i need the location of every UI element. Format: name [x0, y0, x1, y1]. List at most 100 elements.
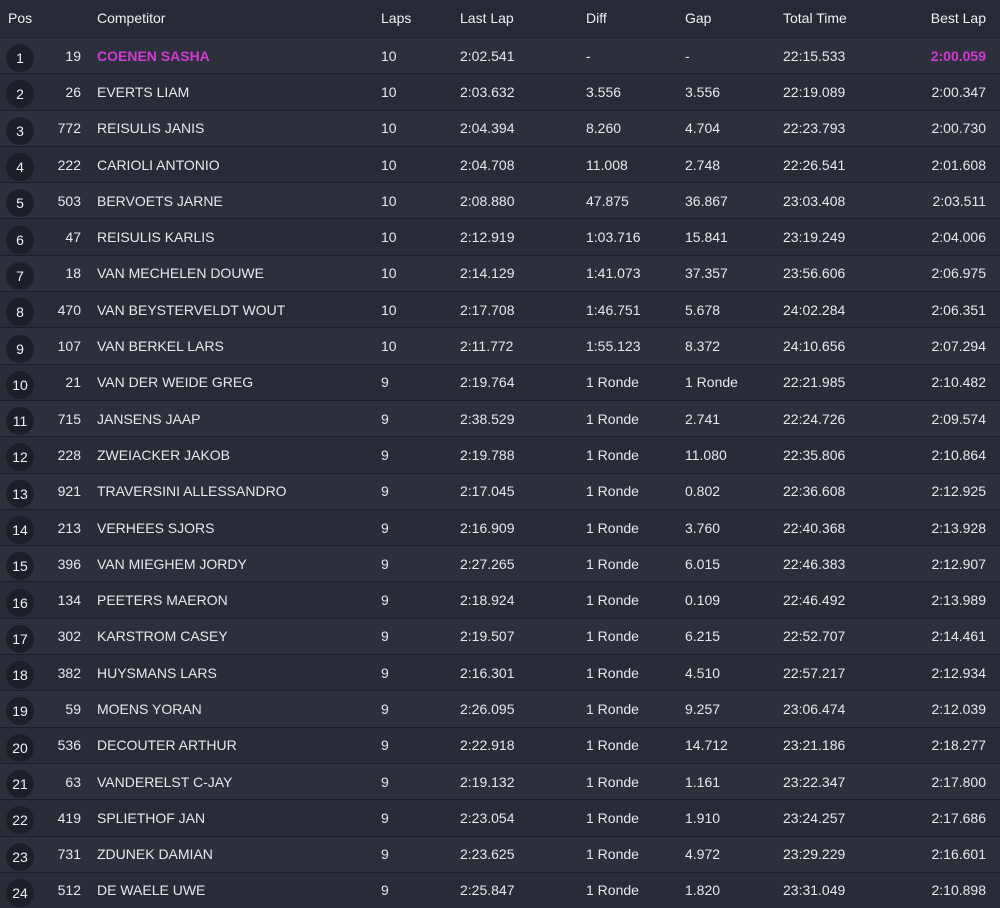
total-time-cell: 22:52.707	[783, 618, 908, 654]
position-badge: 3	[6, 117, 34, 145]
diff-cell: 1 Ronde	[586, 509, 685, 545]
gap-cell: 1.161	[685, 763, 783, 799]
position-badge: 21	[6, 770, 34, 798]
competitor-number: 213	[50, 509, 97, 545]
last-lap-cell: 2:03.632	[460, 74, 586, 110]
table-row[interactable]: 14213VERHEES SJORS92:16.9091 Ronde3.7602…	[0, 509, 1000, 545]
diff-cell: 8.260	[586, 110, 685, 146]
table-row[interactable]: 20536DECOUTER ARTHUR92:22.9181 Ronde14.7…	[0, 727, 1000, 763]
header-total-time[interactable]: Total Time	[783, 0, 908, 38]
table-row[interactable]: 647REISULIS KARLIS102:12.9191:03.71615.8…	[0, 219, 1000, 255]
header-pos[interactable]: Pos	[0, 0, 97, 38]
table-row[interactable]: 22419SPLIETHOF JAN92:23.0541 Ronde1.9102…	[0, 800, 1000, 836]
last-lap-cell: 2:16.301	[460, 655, 586, 691]
competitor-number: 396	[50, 546, 97, 582]
table-row[interactable]: 16134PEETERS MAERON92:18.9241 Ronde0.109…	[0, 582, 1000, 618]
competitor-number: 222	[50, 146, 97, 182]
total-time-cell: 22:40.368	[783, 509, 908, 545]
best-lap-cell: 2:06.975	[908, 255, 1000, 291]
laps-cell: 9	[381, 691, 460, 727]
table-row[interactable]: 12228ZWEIACKER JAKOB92:19.7881 Ronde11.0…	[0, 437, 1000, 473]
gap-cell: 11.080	[685, 437, 783, 473]
position-badge: 7	[6, 262, 34, 290]
best-lap-cell: 2:01.608	[908, 146, 1000, 182]
table-row[interactable]: 13921TRAVERSINI ALLESSANDRO92:17.0451 Ro…	[0, 473, 1000, 509]
position-cell: 5	[0, 183, 50, 219]
header-last-lap[interactable]: Last Lap	[460, 0, 586, 38]
competitor-name: VAN MIEGHEM JORDY	[97, 546, 381, 582]
last-lap-cell: 2:17.708	[460, 292, 586, 328]
best-lap-cell: 2:12.934	[908, 655, 1000, 691]
best-lap-cell: 2:10.482	[908, 364, 1000, 400]
total-time-cell: 23:56.606	[783, 255, 908, 291]
table-row[interactable]: 2163VANDERELST C-JAY92:19.1321 Ronde1.16…	[0, 763, 1000, 799]
table-row[interactable]: 11715JANSENS JAAP92:38.5291 Ronde2.74122…	[0, 400, 1000, 436]
header-competitor[interactable]: Competitor	[97, 0, 381, 38]
gap-cell: 2.748	[685, 146, 783, 182]
table-row[interactable]: 119COENEN SASHA102:02.541--22:15.5332:00…	[0, 38, 1000, 74]
table-row[interactable]: 718VAN MECHELEN DOUWE102:14.1291:41.0733…	[0, 255, 1000, 291]
table-row[interactable]: 23731ZDUNEK DAMIAN92:23.6251 Ronde4.9722…	[0, 836, 1000, 872]
table-row[interactable]: 18382HUYSMANS LARS92:16.3011 Ronde4.5102…	[0, 655, 1000, 691]
total-time-cell: 22:35.806	[783, 437, 908, 473]
position-cell: 2	[0, 74, 50, 110]
table-row[interactable]: 3772REISULIS JANIS102:04.3948.2604.70422…	[0, 110, 1000, 146]
best-lap-cell: 2:10.898	[908, 872, 1000, 908]
table-row[interactable]: 4222CARIOLI ANTONIO102:04.70811.0082.748…	[0, 146, 1000, 182]
table-row[interactable]: 5503BERVOETS JARNE102:08.88047.87536.867…	[0, 183, 1000, 219]
competitor-name: TRAVERSINI ALLESSANDRO	[97, 473, 381, 509]
position-cell: 24	[0, 872, 50, 908]
position-badge: 22	[6, 806, 34, 834]
gap-cell: 3.556	[685, 74, 783, 110]
best-lap-cell: 2:09.574	[908, 400, 1000, 436]
header-gap[interactable]: Gap	[685, 0, 783, 38]
laps-cell: 9	[381, 836, 460, 872]
competitor-name: JANSENS JAAP	[97, 400, 381, 436]
position-badge: 14	[6, 516, 34, 544]
competitor-number: 536	[50, 727, 97, 763]
diff-cell: 1 Ronde	[586, 872, 685, 908]
table-row[interactable]: 9107VAN BERKEL LARS102:11.7721:55.1238.3…	[0, 328, 1000, 364]
total-time-cell: 23:06.474	[783, 691, 908, 727]
last-lap-cell: 2:04.708	[460, 146, 586, 182]
gap-cell: 5.678	[685, 292, 783, 328]
position-badge: 17	[6, 625, 34, 653]
table-row[interactable]: 1959MOENS YORAN92:26.0951 Ronde9.25723:0…	[0, 691, 1000, 727]
diff-cell: -	[586, 38, 685, 74]
last-lap-cell: 2:25.847	[460, 872, 586, 908]
header-best-lap[interactable]: Best Lap	[908, 0, 1000, 38]
best-lap-cell: 2:16.601	[908, 836, 1000, 872]
last-lap-cell: 2:14.129	[460, 255, 586, 291]
table-row[interactable]: 17302KARSTROM CASEY92:19.5071 Ronde6.215…	[0, 618, 1000, 654]
total-time-cell: 23:19.249	[783, 219, 908, 255]
total-time-cell: 22:24.726	[783, 400, 908, 436]
total-time-cell: 22:19.089	[783, 74, 908, 110]
table-row[interactable]: 24512DE WAELE UWE92:25.8471 Ronde1.82023…	[0, 872, 1000, 908]
position-cell: 17	[0, 618, 50, 654]
competitor-name: ZDUNEK DAMIAN	[97, 836, 381, 872]
table-row[interactable]: 8470VAN BEYSTERVELDT WOUT102:17.7081:46.…	[0, 292, 1000, 328]
table-row[interactable]: 226EVERTS LIAM102:03.6323.5563.55622:19.…	[0, 74, 1000, 110]
laps-cell: 10	[381, 74, 460, 110]
competitor-number: 302	[50, 618, 97, 654]
table-row[interactable]: 15396VAN MIEGHEM JORDY92:27.2651 Ronde6.…	[0, 546, 1000, 582]
results-table: Pos Competitor Laps Last Lap Diff Gap To…	[0, 0, 1000, 908]
header-laps[interactable]: Laps	[381, 0, 460, 38]
competitor-number: 419	[50, 800, 97, 836]
table-row[interactable]: 1021VAN DER WEIDE GREG92:19.7641 Ronde1 …	[0, 364, 1000, 400]
best-lap-cell: 2:06.351	[908, 292, 1000, 328]
last-lap-cell: 2:08.880	[460, 183, 586, 219]
header-diff[interactable]: Diff	[586, 0, 685, 38]
laps-cell: 9	[381, 546, 460, 582]
position-badge: 13	[6, 480, 34, 508]
last-lap-cell: 2:23.054	[460, 800, 586, 836]
total-time-cell: 23:22.347	[783, 763, 908, 799]
last-lap-cell: 2:19.132	[460, 763, 586, 799]
total-time-cell: 22:15.533	[783, 38, 908, 74]
position-badge: 1	[6, 44, 34, 72]
diff-cell: 1 Ronde	[586, 655, 685, 691]
gap-cell: 8.372	[685, 328, 783, 364]
position-cell: 11	[0, 400, 50, 436]
competitor-name: ZWEIACKER JAKOB	[97, 437, 381, 473]
last-lap-cell: 2:23.625	[460, 836, 586, 872]
